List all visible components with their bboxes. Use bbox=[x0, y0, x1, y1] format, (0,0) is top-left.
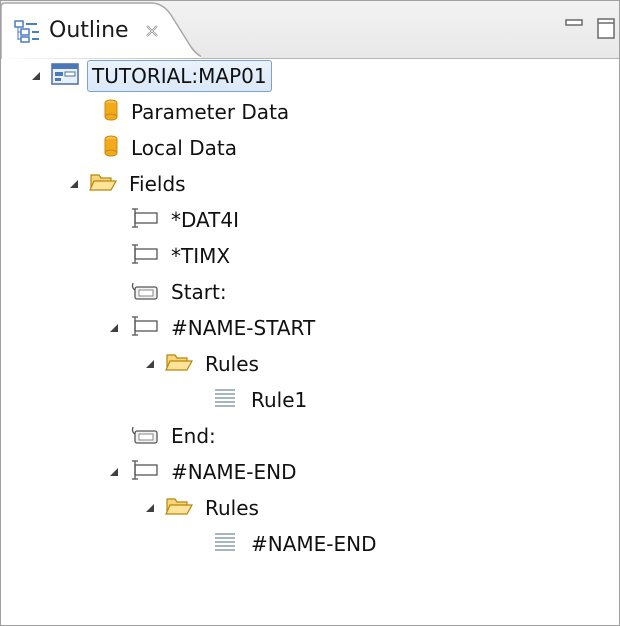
text-lines-icon bbox=[213, 531, 239, 557]
tree-node-rule1[interactable]: Rule1 bbox=[213, 383, 311, 417]
tree-node-name-end[interactable]: #NAME-END bbox=[107, 455, 301, 489]
folder-open-icon bbox=[165, 495, 194, 521]
tree-node-rules-1[interactable]: Rules bbox=[143, 347, 263, 381]
input-field-icon bbox=[129, 243, 159, 269]
tree-label: Local Data bbox=[131, 136, 237, 160]
tree-node-parameter-data[interactable]: Parameter Data bbox=[103, 95, 293, 129]
tree-node-field-timx[interactable]: *TIMX bbox=[129, 239, 234, 273]
expanded-arrow-icon[interactable] bbox=[29, 69, 43, 83]
expanded-arrow-icon[interactable] bbox=[107, 465, 121, 479]
input-field-icon bbox=[129, 315, 159, 341]
tree-node-field-dat4i[interactable]: *DAT4I bbox=[129, 203, 243, 237]
outline-icon bbox=[13, 19, 41, 43]
map-form-icon bbox=[51, 62, 79, 90]
marker-icon bbox=[129, 279, 159, 305]
tree-node-rules-2[interactable]: Rules bbox=[143, 491, 263, 525]
tree-label: Fields bbox=[129, 172, 186, 196]
tree-node-start[interactable]: Start: bbox=[129, 275, 231, 309]
tree-node-fields[interactable]: Fields bbox=[67, 167, 190, 201]
text-lines-icon bbox=[213, 387, 239, 413]
tree-label: *DAT4I bbox=[171, 208, 240, 232]
tree-node-name-start[interactable]: #NAME-START bbox=[107, 311, 319, 345]
expanded-arrow-icon[interactable] bbox=[107, 321, 121, 335]
expanded-arrow-icon[interactable] bbox=[67, 177, 81, 191]
maximize-icon[interactable] bbox=[596, 16, 616, 40]
input-field-icon bbox=[129, 207, 159, 233]
tree-label: TUTORIAL:MAP01 bbox=[87, 60, 272, 92]
tree-label: #NAME-END bbox=[171, 460, 297, 484]
database-icon bbox=[103, 134, 119, 162]
tree-label: Rules bbox=[205, 496, 259, 520]
tree-label: *TIMX bbox=[171, 244, 231, 268]
tree-node-rule-name-end[interactable]: #NAME-END bbox=[213, 527, 381, 561]
view-toolbar: Outline bbox=[1, 1, 619, 59]
tree-label: Rules bbox=[205, 352, 259, 376]
tree-label: #NAME-END bbox=[251, 532, 377, 556]
tab-outline[interactable]: Outline bbox=[1, 1, 201, 59]
tree-label: Parameter Data bbox=[131, 100, 290, 124]
marker-icon bbox=[129, 423, 159, 449]
tree-node-local-data[interactable]: Local Data bbox=[103, 131, 241, 165]
tree-label: Start: bbox=[171, 280, 227, 304]
tab-label: Outline bbox=[49, 18, 129, 43]
tree-node-map[interactable]: TUTORIAL:MAP01 bbox=[29, 59, 272, 93]
folder-open-icon bbox=[165, 351, 194, 377]
close-icon[interactable] bbox=[144, 23, 160, 39]
minimize-icon[interactable] bbox=[564, 16, 584, 32]
input-field-icon bbox=[129, 459, 159, 485]
outline-view: Outline TUTORIAL:MAP01 Parameter Data Lo… bbox=[0, 0, 620, 626]
tree-label: Rule1 bbox=[251, 388, 308, 412]
tree-node-end[interactable]: End: bbox=[129, 419, 220, 453]
folder-open-icon bbox=[89, 171, 118, 197]
tree-label: End: bbox=[171, 424, 216, 448]
expanded-arrow-icon[interactable] bbox=[143, 357, 157, 371]
tree-label: #NAME-START bbox=[171, 316, 316, 340]
expanded-arrow-icon[interactable] bbox=[143, 501, 157, 515]
database-icon bbox=[103, 98, 119, 126]
